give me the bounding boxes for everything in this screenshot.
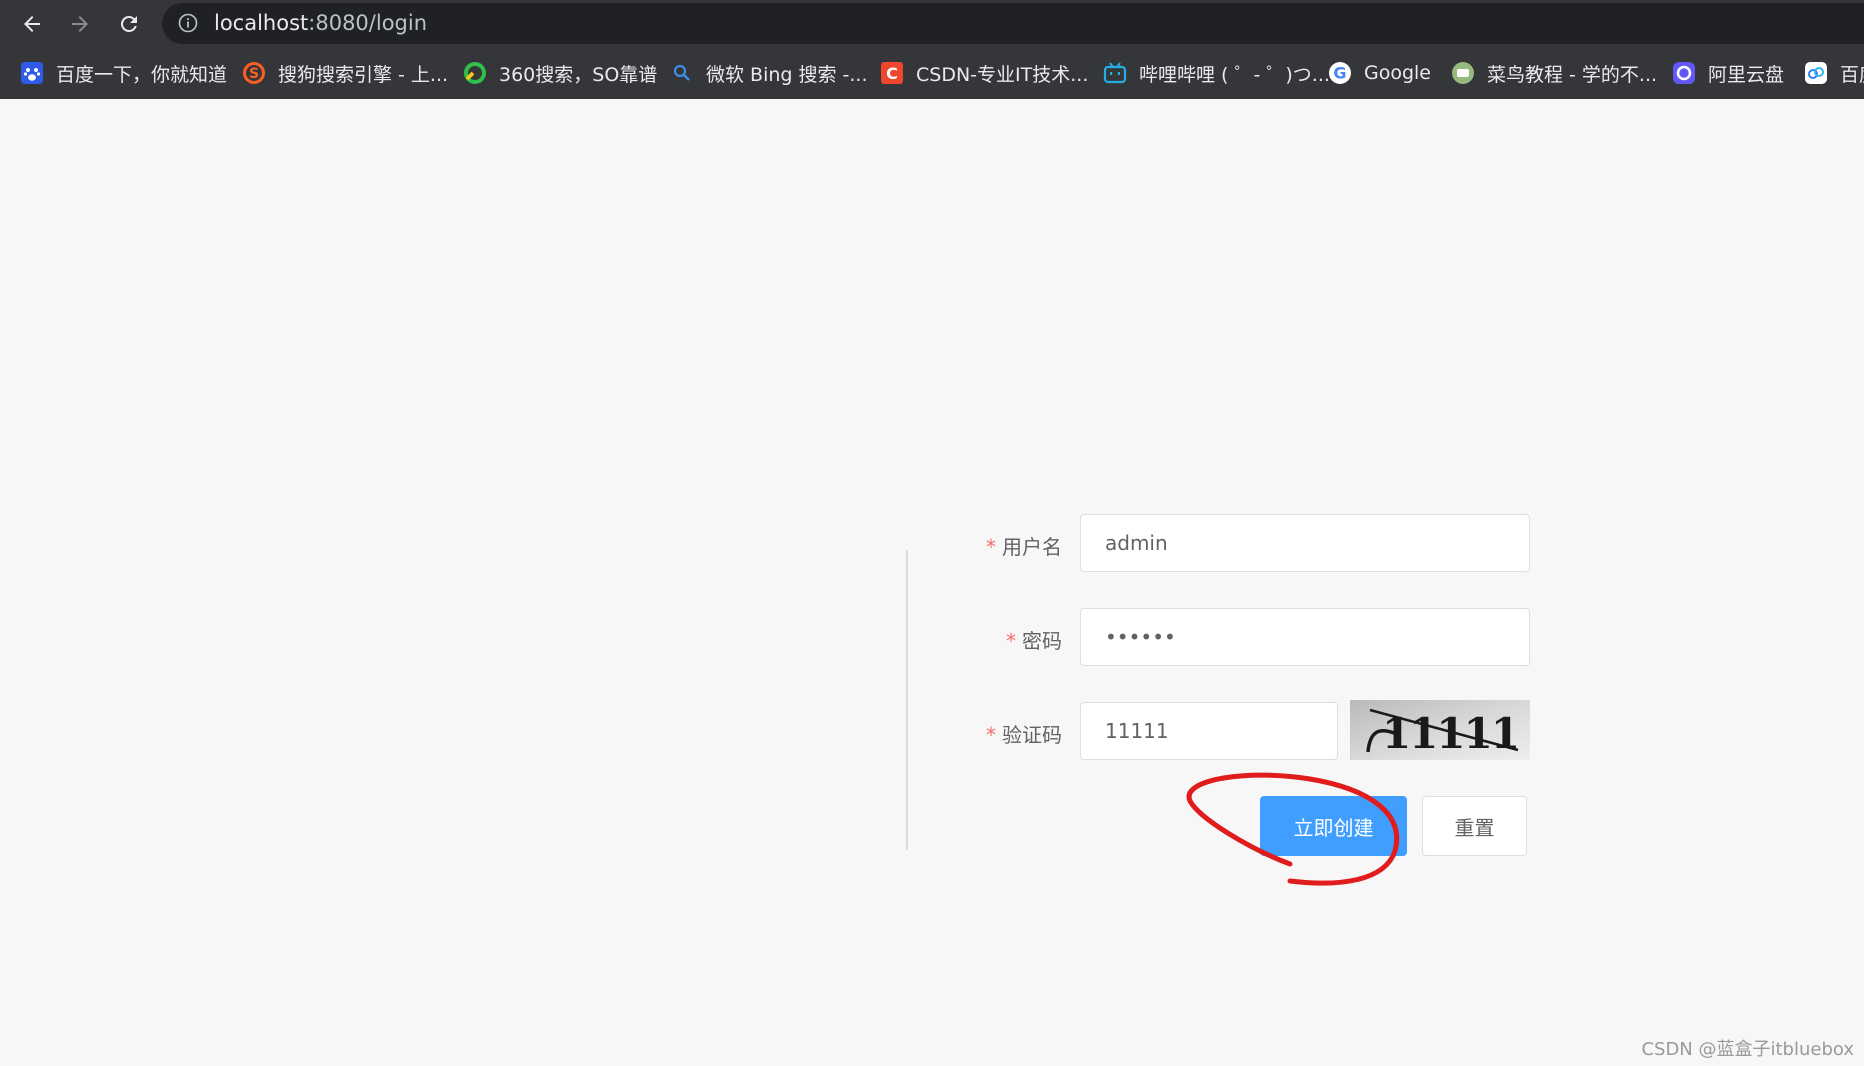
- bookmark-csdn[interactable]: C CSDN-专业IT技术...: [880, 58, 1088, 88]
- sogou-icon: S: [242, 61, 266, 85]
- svg-text:S: S: [249, 66, 259, 82]
- red-annotation-circle: [1186, 772, 1400, 886]
- info-icon[interactable]: [178, 13, 198, 33]
- bookmark-label: 搜狗搜索引擎 - 上...: [278, 63, 449, 86]
- required-asterisk: *: [1006, 629, 1016, 653]
- bing-search-icon: [670, 61, 694, 85]
- bookmark-label: 百度: [1840, 63, 1864, 86]
- captcha-label-text: 验证码: [1002, 723, 1062, 747]
- address-bar[interactable]: localhost:8080/login: [162, 3, 1864, 44]
- bookmark-sogou[interactable]: S 搜狗搜索引擎 - 上...: [242, 58, 448, 88]
- captcha-image[interactable]: 11111: [1350, 700, 1530, 760]
- reload-icon: [121, 16, 137, 32]
- runoob-icon: [1451, 61, 1475, 85]
- bookmark-label: 阿里云盘: [1708, 63, 1785, 86]
- bookmark-aliyun-drive[interactable]: 阿里云盘: [1672, 58, 1784, 88]
- captcha-image-text: 11111: [1382, 709, 1518, 758]
- svg-text:G: G: [1333, 64, 1346, 83]
- svg-text:C: C: [886, 64, 898, 83]
- bookmark-label: 百度一下，你就知道: [56, 63, 228, 86]
- browser-toolbar: localhost:8080/login: [0, 0, 1864, 47]
- google-icon: G: [1328, 61, 1352, 85]
- bookmark-label: Google: [1364, 62, 1432, 84]
- url-host: localhost: [214, 11, 309, 35]
- password-label-text: 密码: [1022, 629, 1062, 653]
- browser-chrome: localhost:8080/login 百度一下，你就知道 S 搜狗搜索引擎 …: [0, 0, 1864, 99]
- bookmark-label: 菜鸟教程 - 学的不...: [1487, 63, 1658, 86]
- 360-icon: [463, 61, 487, 85]
- bookmark-baidu-netdisk[interactable]: 百度: [1804, 58, 1864, 88]
- bookmark-label: 360搜索，SO靠谱: [499, 63, 658, 86]
- arrow-right-icon: [72, 16, 88, 32]
- reload-button[interactable]: [111, 6, 147, 42]
- username-label: * 用户名: [986, 531, 1062, 560]
- url-text[interactable]: localhost:8080/login: [214, 10, 427, 37]
- bookmark-runoob[interactable]: 菜鸟教程 - 学的不...: [1451, 58, 1657, 88]
- username-input[interactable]: [1080, 514, 1530, 572]
- url-path: :8080/login: [308, 11, 428, 35]
- csdn-watermark: CSDN @蓝盒子itbluebox: [1641, 1039, 1854, 1060]
- bookmarks-bar: 百度一下，你就知道 S 搜狗搜索引擎 - 上... 360搜索，SO靠谱 微软 …: [0, 52, 1864, 94]
- captcha-label: * 验证码: [986, 719, 1062, 748]
- bookmark-360[interactable]: 360搜索，SO靠谱: [463, 58, 657, 88]
- username-label-text: 用户名: [1002, 535, 1062, 559]
- bookmark-bing[interactable]: 微软 Bing 搜索 -...: [670, 58, 868, 88]
- reset-button[interactable]: 重置: [1422, 796, 1527, 856]
- bookmark-bilibili[interactable]: 哔哩哔哩 ( ゜- ゜)つ...: [1103, 58, 1330, 88]
- baidu-icon: [20, 61, 44, 85]
- bookmark-label: 哔哩哔哩 ( ゜- ゜)つ...: [1139, 63, 1330, 86]
- password-input[interactable]: [1080, 608, 1530, 666]
- bookmark-label: CSDN-专业IT技术...: [916, 63, 1089, 86]
- bookmark-baidu[interactable]: 百度一下，你就知道: [20, 58, 227, 88]
- aliyun-drive-icon: [1672, 61, 1696, 85]
- back-button[interactable]: [14, 6, 50, 42]
- login-page: *用户名 *密码 *验证码 11111 立即创建 重置 CSDN @蓝盒子itb…: [0, 99, 1864, 1066]
- password-label: * 密码: [1006, 625, 1062, 654]
- bookmark-google[interactable]: G Google: [1328, 58, 1431, 88]
- required-asterisk: *: [986, 535, 996, 559]
- captcha-input[interactable]: [1080, 702, 1338, 760]
- vertical-divider: [906, 550, 908, 850]
- required-asterisk: *: [986, 723, 996, 747]
- baidu-netdisk-icon: [1804, 61, 1828, 85]
- arrow-left-icon: [24, 16, 40, 32]
- forward-button[interactable]: [62, 6, 98, 42]
- csdn-icon: C: [880, 61, 904, 85]
- bookmark-label: 微软 Bing 搜索 -...: [706, 63, 868, 86]
- bilibili-icon: [1103, 61, 1127, 85]
